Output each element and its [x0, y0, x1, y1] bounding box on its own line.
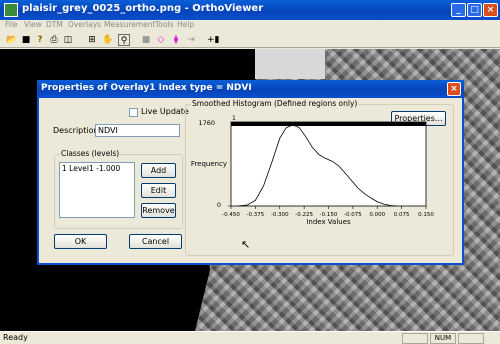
x-tick-label: -0.375 — [247, 212, 265, 218]
top-marker-label: 1 — [232, 115, 236, 122]
dialog-close-button[interactable]: × — [447, 82, 461, 96]
classes-group-title: Classes (levels) — [60, 149, 121, 158]
histogram-chart: 117600Frequency-0.450 -0.375 -0.300 -0.225-… — [191, 115, 434, 226]
maximize-button[interactable]: □ — [467, 3, 482, 17]
title-bar: plaisir_grey_0025_ortho.png - OrthoViewe… — [0, 0, 500, 20]
status-num: NUM — [430, 333, 456, 344]
menu-view[interactable]: View — [24, 20, 42, 29]
y-tick-label: 0 — [217, 201, 221, 209]
edit-button[interactable]: Edit — [141, 183, 176, 198]
status-panel — [458, 333, 484, 344]
x-tick-label: 0.075 — [394, 212, 410, 218]
app-icon — [4, 3, 18, 17]
live-update-label: Live Update — [141, 107, 189, 116]
live-update-checkbox[interactable] — [129, 108, 138, 117]
menu-help[interactable]: Help — [177, 20, 194, 29]
properties-dialog: Properties of Overlay1 Index type = NDVI… — [37, 80, 464, 265]
x-tick-label: -0.300 — [271, 212, 289, 218]
plus-icon[interactable]: +▮ — [207, 34, 220, 46]
minimize-button[interactable]: _ — [451, 3, 466, 17]
remove-button[interactable]: Remove — [141, 203, 176, 218]
diamond-icon[interactable]: ◇ — [155, 34, 167, 46]
menu-overlays[interactable]: Overlays — [68, 20, 101, 29]
description-field[interactable]: NDVI — [95, 124, 180, 137]
x-tick-label: -0.450 — [222, 212, 240, 218]
status-panel — [402, 333, 428, 344]
status-bar: Ready NUM — [0, 331, 500, 344]
classes-list[interactable]: 1 Level1 -1.000 — [59, 162, 135, 218]
help-icon[interactable]: ? — [34, 34, 46, 46]
arrow-icon[interactable]: ⇥ — [185, 34, 197, 46]
menu-bar: File View DTM Overlays Measurement Tools… — [0, 20, 500, 32]
top-marker-bar — [231, 122, 426, 126]
open-icon[interactable]: 📂 — [6, 34, 18, 46]
toolbar: 📂 ■ ? ⎙ ◫ ⊞ ✋ ⚲ ■ ◇ ⧫ ⇥ +▮ — [0, 32, 500, 48]
zoom-icon[interactable]: ⚲ — [118, 34, 130, 46]
x-tick-label: 0.150 — [418, 212, 434, 218]
ortho-image-highlight — [255, 49, 325, 79]
print-icon[interactable]: ⎙ — [48, 34, 60, 46]
window-title: plaisir_grey_0025_ortho.png - OrthoViewe… — [22, 3, 264, 14]
diamond-cross-icon[interactable]: ⧫ — [170, 34, 182, 46]
menu-dtm[interactable]: DTM — [46, 20, 63, 29]
dialog-title: Properties of Overlay1 Index type = NDVI — [41, 83, 252, 93]
menu-tools[interactable]: Tools — [155, 20, 173, 29]
print-preview-icon[interactable]: ◫ — [62, 34, 74, 46]
hand-icon[interactable]: ✋ — [102, 34, 114, 46]
list-item[interactable]: 1 Level1 -1.000 — [60, 163, 134, 174]
add-button[interactable]: Add — [141, 163, 176, 178]
close-button[interactable]: × — [483, 3, 498, 17]
dialog-title-bar: Properties of Overlay1 Index type = NDVI… — [37, 80, 464, 98]
cancel-button[interactable]: Cancel — [129, 234, 182, 249]
menu-measurement[interactable]: Measurement — [104, 20, 156, 29]
mouse-cursor-icon: ↖ — [241, 238, 251, 251]
app-window: plaisir_grey_0025_ortho.png - OrthoViewe… — [0, 0, 500, 344]
plot-area — [230, 121, 427, 207]
grid-icon[interactable]: ⊞ — [86, 34, 98, 46]
stop-icon[interactable]: ■ — [140, 34, 152, 46]
classes-group: Classes (levels) 1 Level1 -1.000 Add Edi… — [54, 149, 183, 229]
x-tick-label: 0.000 — [369, 212, 385, 218]
save-icon[interactable]: ■ — [20, 34, 32, 46]
x-axis-label: Index Values — [306, 218, 351, 226]
y-tick-label: 1760 — [198, 119, 215, 127]
ok-button[interactable]: OK — [54, 234, 107, 249]
y-axis-label: Frequency — [191, 160, 227, 168]
status-text: Ready — [3, 333, 28, 342]
menu-file[interactable]: File — [5, 20, 18, 29]
